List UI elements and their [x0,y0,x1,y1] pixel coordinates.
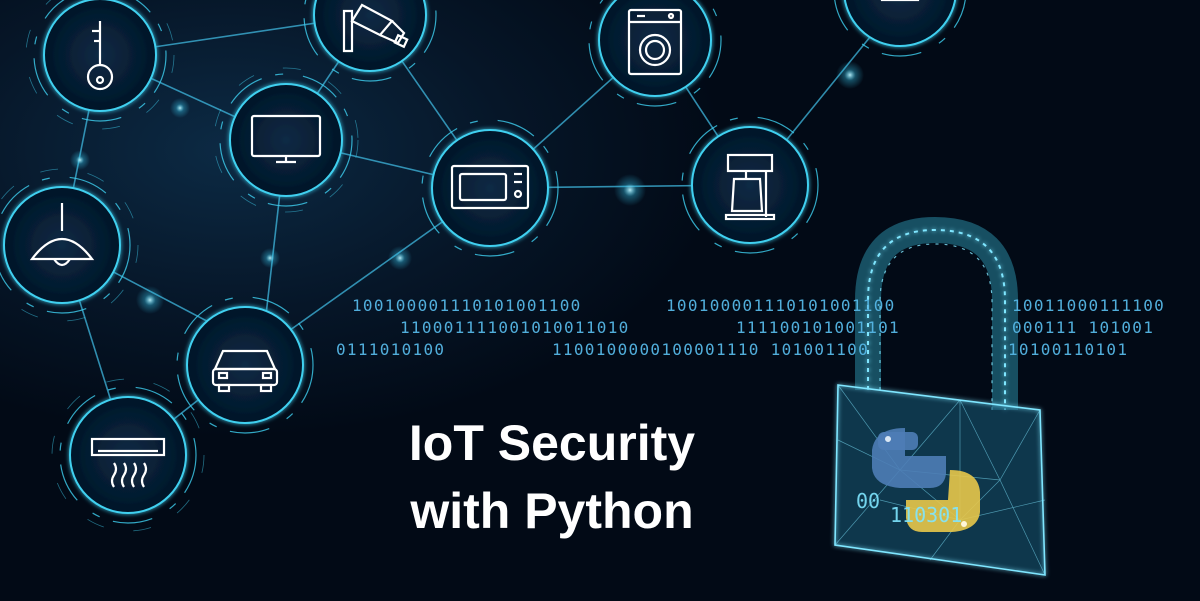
binary-row-1: 100100001110101001100 [352,296,582,315]
title-line-1: IoT Security [408,415,696,471]
node-lamp [0,168,139,322]
banner: 00 110301 100100001110101001100 10010000… [0,0,1200,601]
binary-row-2: 100100001110101001100 [666,296,896,315]
node-ac [51,378,205,532]
node-microwave [421,119,559,257]
node-top-right [834,0,966,57]
binary-row-3: 10011000111100 [1012,296,1166,315]
binary-row-5: 111100101001101 [736,318,900,337]
binary-row-4: 110001111001010011010 [400,318,630,337]
node-key [25,0,175,130]
node-washer [588,0,722,107]
node-car [176,296,314,434]
title-line-2: with Python [410,483,694,539]
svg-text:00: 00 [856,489,880,513]
node-tv [213,67,359,213]
binary-row-9: 10100110101 [1008,340,1129,359]
node-coffee [681,116,819,254]
node-camera [303,0,437,82]
svg-text:110301: 110301 [890,503,962,527]
binary-row-6: 000111 101001 [1012,318,1155,337]
binary-row-7: 0111010100 [336,340,446,359]
binary-row-8: 1100100000100001110 101001100 [552,340,870,359]
padlock-icon: 00 110301 [834,216,1046,576]
